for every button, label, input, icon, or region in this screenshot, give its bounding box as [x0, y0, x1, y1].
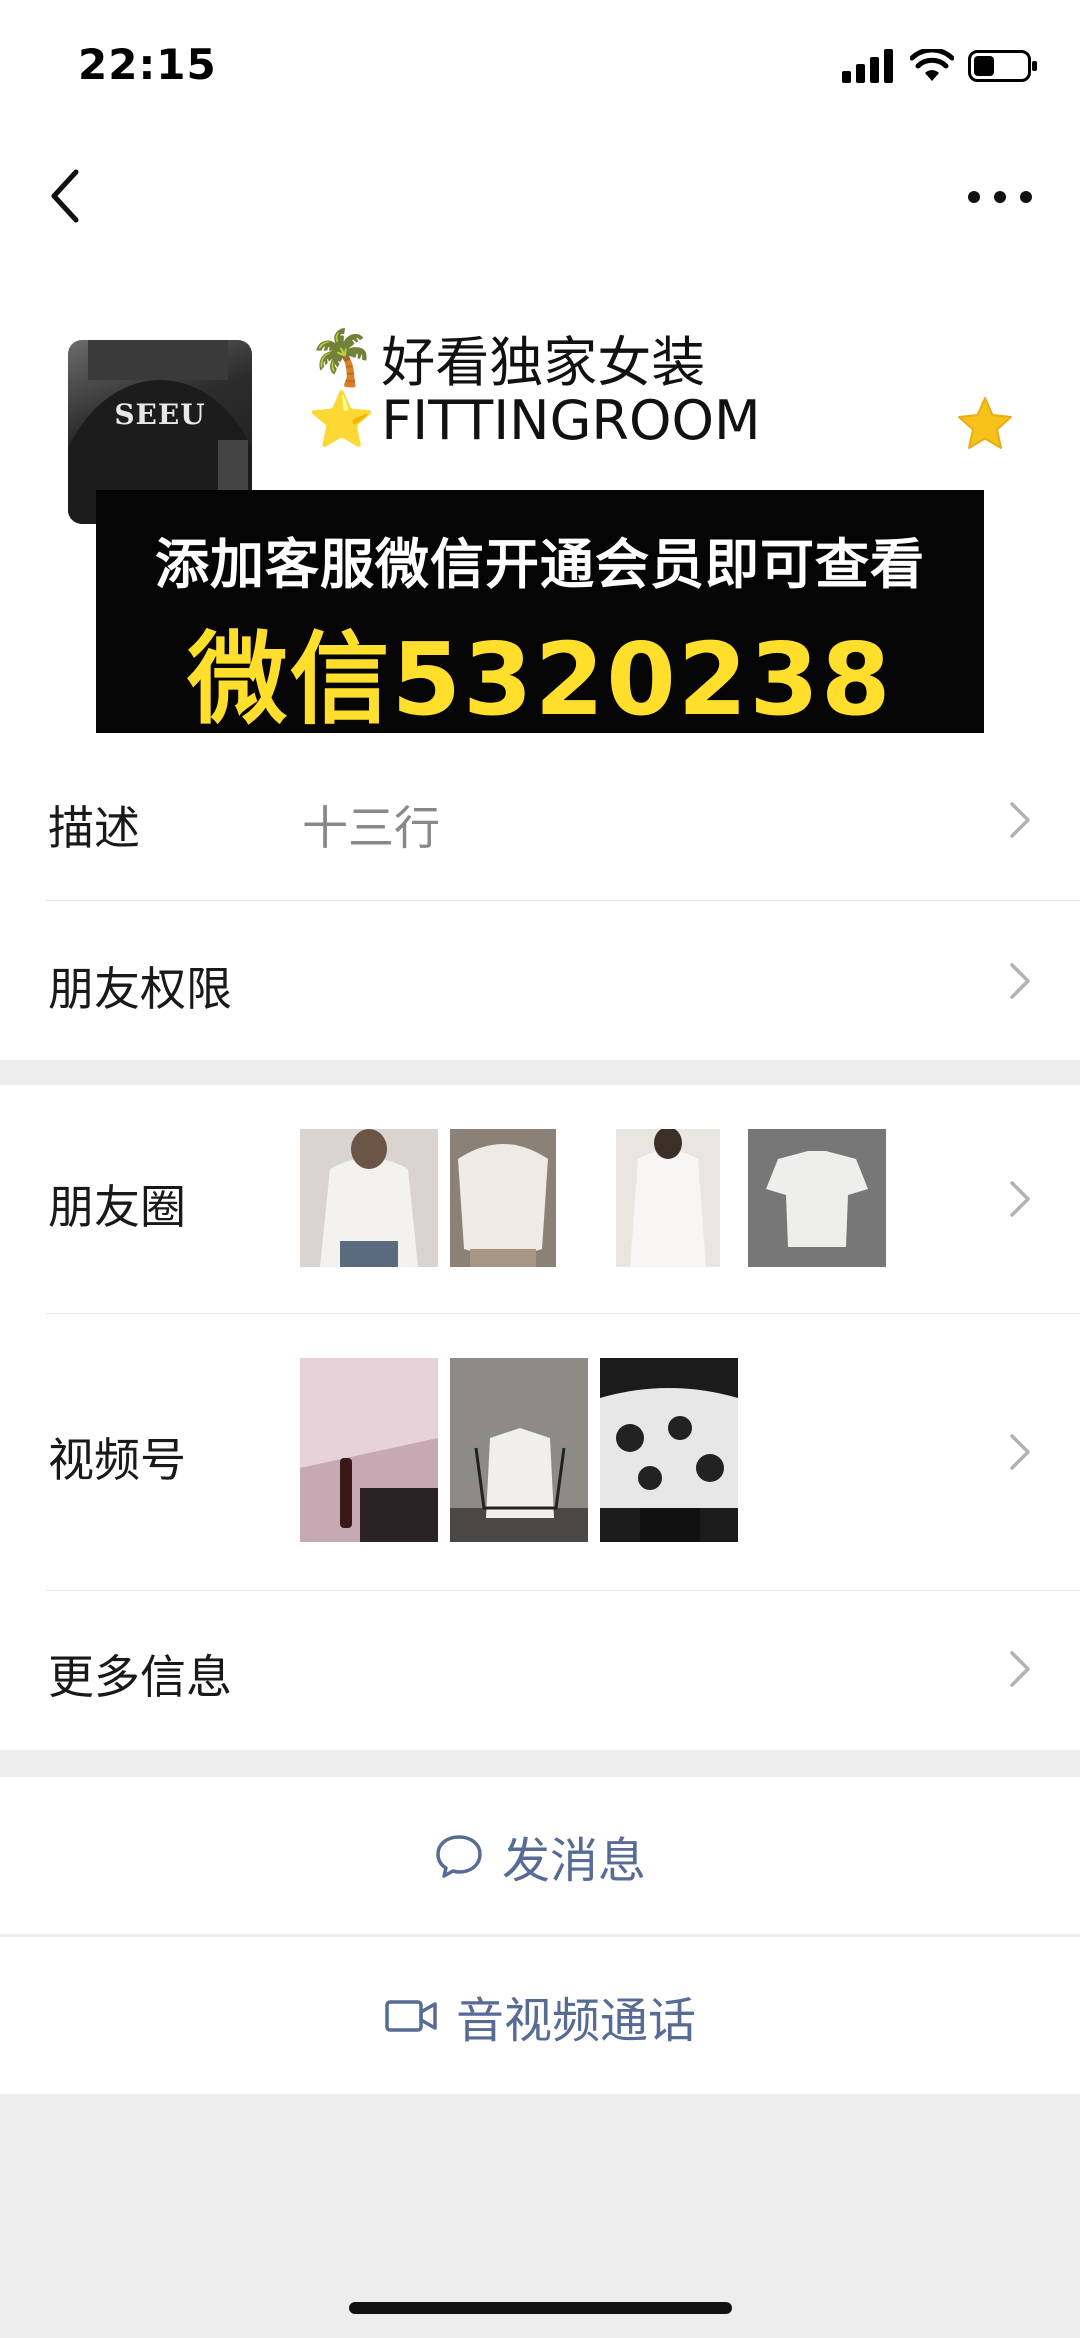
profile-name-line-2: ⭐ FITTINGROOM: [308, 388, 761, 452]
nav-bar: [0, 130, 1080, 250]
content-group: 朋友圈 视频号 更多信息: [0, 1085, 1080, 1750]
description-value: 十三行: [302, 801, 440, 855]
moments-thumbnail: [616, 1129, 720, 1267]
channels-thumbnail: [300, 1358, 438, 1542]
profile-name: 好看独家女装: [381, 331, 706, 394]
moments-thumbnail: [450, 1129, 556, 1267]
avatar-logo-text: SEEU: [114, 398, 206, 431]
more-info-row[interactable]: 更多信息: [0, 1591, 1080, 1750]
more-options-button[interactable]: [960, 158, 1040, 228]
send-message-button[interactable]: 发消息: [0, 1777, 1080, 1934]
channels-row[interactable]: 视频号: [0, 1314, 1080, 1590]
moments-label: 朋友圈: [48, 1180, 186, 1234]
more-info-label: 更多信息: [48, 1650, 232, 1704]
home-indicator[interactable]: [349, 2302, 732, 2314]
chevron-right-icon: [1010, 1651, 1030, 1687]
chevron-left-icon: [51, 169, 79, 223]
channels-thumbnail: [600, 1358, 738, 1542]
chevron-right-icon: [1010, 802, 1030, 838]
wifi-icon: [910, 49, 954, 81]
video-call-button[interactable]: 音视频通话: [0, 1937, 1080, 2094]
moments-thumbnail: [300, 1129, 438, 1267]
back-button[interactable]: [40, 158, 100, 228]
status-bar: 22:15: [0, 0, 1080, 130]
star-friend-button[interactable]: [956, 395, 1014, 453]
ellipsis-icon: [968, 191, 1032, 203]
video-call-content: 音视频通话: [0, 1937, 1080, 2094]
video-camera-icon: [385, 1999, 437, 2032]
moments-row[interactable]: 朋友圈: [0, 1085, 1080, 1313]
profile-name-line-1: 🌴 好看独家女装: [308, 318, 705, 397]
star-icon: [958, 397, 1012, 449]
profile-header: SEEU 🌴 好看独家女装 ⭐ FITTINGROOM 添加客服微信开通会员即可…: [0, 250, 1080, 740]
send-message-content: 发消息: [0, 1777, 1080, 1934]
send-message-label: 发消息: [501, 1832, 646, 1889]
description-row[interactable]: 描述 十三行: [0, 740, 1080, 900]
channels-thumbnail: [450, 1358, 588, 1542]
status-time: 22:15: [78, 40, 217, 89]
info-group: 描述 十三行 朋友权限: [0, 740, 1080, 1060]
status-icons: [842, 46, 1038, 86]
promo-overlay-line-2: 微信5320238: [187, 621, 893, 738]
promo-overlay-line-1: 添加客服微信开通会员即可查看: [155, 533, 925, 596]
moments-thumbnail: [748, 1129, 886, 1267]
description-label: 描述: [48, 801, 140, 855]
chevron-right-icon: [1010, 1434, 1030, 1470]
cellular-signal-icon: [842, 49, 893, 83]
friend-permissions-row[interactable]: 朋友权限: [0, 901, 1080, 1060]
chat-bubble-icon: [436, 1834, 482, 1878]
video-call-label: 音视频通话: [455, 1992, 696, 2049]
promo-overlay-banner: 添加客服微信开通会员即可查看 微信5320238: [96, 490, 984, 738]
chevron-right-icon: [1010, 1181, 1030, 1217]
friend-permissions-label: 朋友权限: [48, 962, 232, 1016]
profile-name-suffix: FITTINGROOM: [381, 388, 761, 452]
battery-icon: [968, 50, 1037, 82]
channels-label: 视频号: [48, 1433, 186, 1487]
palm-tree-emoji: 🌴: [308, 325, 376, 389]
chevron-right-icon: [1010, 963, 1030, 999]
star-emoji: ⭐: [308, 388, 376, 451]
